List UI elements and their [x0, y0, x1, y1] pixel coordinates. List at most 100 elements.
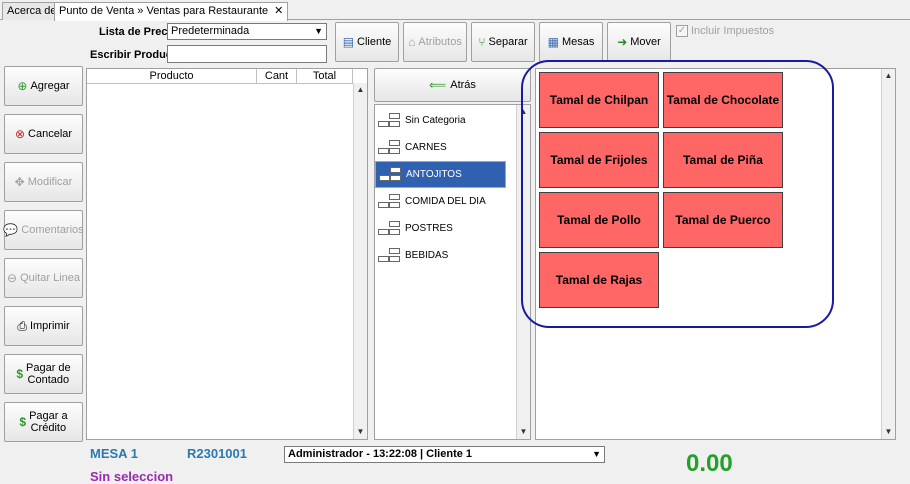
category-item[interactable]: Sin Categoria [375, 107, 506, 134]
product-button[interactable]: Tamal de Frijoles [539, 132, 659, 188]
cancelar-button[interactable]: ⊗ Cancelar [4, 114, 83, 154]
tab-acerca-de[interactable]: Acerca de [2, 2, 62, 20]
price-list-select[interactable]: Predeterminada ▼ [167, 23, 327, 40]
quitar-linea-button[interactable]: ⊖ Quitar Linea [4, 258, 83, 298]
product-search-input[interactable] [167, 45, 327, 63]
order-grid[interactable]: Producto Cant Total ▲ ▼ [86, 68, 368, 440]
category-item[interactable]: CARNES [375, 134, 506, 161]
separar-label: Separar [488, 36, 528, 48]
agregar-button[interactable]: ⊕ Agregar [4, 66, 83, 106]
atras-button[interactable]: ⟸ Atrás [374, 68, 531, 102]
tab-punto-de-venta[interactable]: Punto de Venta » Ventas para Restaurante… [54, 2, 289, 21]
column-header-producto[interactable]: Producto [87, 69, 257, 83]
category-label: BEBIDAS [405, 250, 449, 261]
comentarios-button[interactable]: 💬 Comentarios [3, 210, 84, 250]
quitar-linea-label: Quitar Linea [20, 272, 80, 284]
tag-icon: ⌂ [408, 35, 416, 49]
mover-button[interactable]: ➜ Mover [607, 22, 671, 62]
separar-button[interactable]: ⑂ Separar [471, 22, 535, 62]
dollar-icon: $ [16, 367, 24, 381]
products-scrollbar[interactable]: ▲ ▼ [881, 69, 895, 439]
scroll-up-icon[interactable]: ▲ [882, 69, 895, 83]
category-label: ANTOJITOS [406, 169, 462, 180]
comentarios-label: Comentarios [21, 224, 84, 236]
tab-bar: Acerca de Punto de Venta » Ventas para R… [0, 0, 910, 21]
scroll-up-icon[interactable]: ▲ [354, 83, 367, 97]
incluir-impuestos-label: Incluir Impuestos [691, 25, 775, 37]
category-list[interactable]: Sin Categoria CARNES ANTOJITOS COMIDA DE… [374, 104, 531, 440]
pagar-credito-label: Pagar a Crédito [29, 410, 68, 434]
column-header-total[interactable]: Total [297, 69, 353, 83]
puzzle-icon: ✥ [14, 175, 25, 189]
pagar-credito-line1: Pagar a [29, 410, 68, 422]
arrow-left-icon: ⟸ [429, 78, 447, 92]
mesas-label: Mesas [561, 36, 595, 48]
modificar-label: Modificar [27, 176, 73, 188]
category-item-selected[interactable]: ANTOJITOS [375, 161, 506, 188]
product-button[interactable]: Tamal de Chilpan [539, 72, 659, 128]
category-item[interactable]: BEBIDAS [375, 242, 506, 269]
pagar-contado-line2: Contado [27, 374, 70, 386]
mesas-button[interactable]: ▦ Mesas [539, 22, 603, 62]
category-label: Sin Categoria [405, 115, 466, 126]
product-button[interactable]: Tamal de Pollo [539, 192, 659, 248]
imprimir-button[interactable]: ⎙ Imprimir [4, 306, 83, 346]
category-item[interactable]: COMIDA DEL DIA [375, 188, 506, 215]
pagar-contado-label: Pagar de Contado [26, 362, 71, 386]
price-list-value: Predeterminada [171, 25, 250, 37]
mesa-label: MESA 1 [90, 446, 138, 461]
checkmark-icon: ✓ [676, 25, 688, 37]
category-list-scrollbar[interactable]: ▲ ▼ [516, 105, 530, 439]
folio-label: R2301001 [187, 446, 247, 461]
tab-label: Punto de Venta » Ventas para Restaurante [59, 5, 269, 17]
mover-label: Mover [630, 36, 661, 48]
move-arrow-icon: ➜ [617, 35, 628, 49]
cancel-circle-icon: ⊗ [14, 127, 26, 141]
client-card-icon: ▤ [342, 35, 355, 49]
modificar-button[interactable]: ✥ Modificar [4, 162, 83, 202]
cancelar-label: Cancelar [28, 128, 73, 140]
scroll-down-icon[interactable]: ▼ [882, 425, 895, 439]
product-button[interactable]: Tamal de Puerco [663, 192, 783, 248]
printer-icon: ⎙ [17, 319, 27, 333]
category-icon [378, 163, 402, 187]
scroll-up-icon[interactable]: ▲ [517, 105, 530, 119]
column-header-cant[interactable]: Cant [257, 69, 297, 83]
cliente-label: Cliente [357, 36, 392, 48]
atras-label: Atrás [450, 79, 476, 91]
dollar-icon: $ [19, 415, 27, 429]
product-button[interactable]: Tamal de Rajas [539, 252, 659, 308]
category-label: COMIDA DEL DIA [405, 196, 486, 207]
atributos-button[interactable]: ⌂ Atributos [403, 22, 467, 62]
split-icon: ⑂ [478, 35, 486, 49]
pagar-contado-button[interactable]: $ Pagar de Contado [4, 354, 83, 394]
pagar-credito-button[interactable]: $ Pagar a Crédito [4, 402, 83, 442]
close-icon[interactable]: ✕ [274, 5, 283, 17]
plus-circle-icon: ⊕ [17, 79, 28, 93]
imprimir-label: Imprimir [29, 320, 70, 332]
cliente-button[interactable]: ▤ Cliente [335, 22, 399, 62]
incluir-impuestos-checkbox[interactable]: ✓ Incluir Impuestos [676, 25, 774, 37]
session-select[interactable]: Administrador - 13:22:08 | Cliente 1 ▼ [284, 446, 605, 463]
category-item[interactable]: POSTRES [375, 215, 506, 242]
minus-circle-icon: ⊖ [7, 271, 18, 285]
selection-status: Sin seleccion [90, 469, 174, 484]
comment-icon: 💬 [3, 223, 19, 237]
session-value: Administrador - 13:22:08 | Cliente 1 [288, 448, 473, 460]
order-grid-scrollbar[interactable]: ▲ ▼ [353, 83, 367, 439]
scroll-down-icon[interactable]: ▼ [354, 425, 367, 439]
scroll-down-icon[interactable]: ▼ [517, 425, 530, 439]
table-icon: ▦ [547, 35, 559, 49]
category-icon [377, 136, 401, 160]
category-icon [377, 109, 401, 133]
tab-label: Acerca de [7, 5, 57, 17]
total-amount: 0.00 [686, 450, 733, 477]
atributos-label: Atributos [418, 36, 462, 48]
product-button[interactable]: Tamal de Chocolate [663, 72, 783, 128]
product-button[interactable]: Tamal de Piña [663, 132, 783, 188]
pagar-contado-line1: Pagar de [26, 362, 71, 374]
pagar-credito-line2: Crédito [30, 422, 67, 434]
category-icon [377, 217, 401, 241]
chevron-down-icon: ▼ [592, 449, 601, 459]
category-label: CARNES [405, 142, 447, 153]
